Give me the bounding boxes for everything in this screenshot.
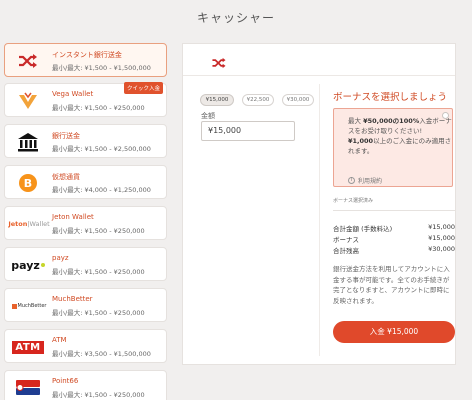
payz-logo: payz xyxy=(11,252,45,278)
method-name: インスタント銀行送金 xyxy=(52,51,122,59)
point66-logo xyxy=(11,375,45,400)
page-title: キャッシャー xyxy=(196,11,275,25)
method-limit: 最小/最大: ¥1,500 - ¥2,500,000 xyxy=(52,145,151,153)
amount-chip-15000[interactable]: ¥15,000 xyxy=(200,94,234,106)
method-muchbetter[interactable]: MuchBetter MuchBetter 最小/最大: ¥1,500 - ¥2… xyxy=(4,288,167,322)
panel-divider xyxy=(319,84,320,356)
terms-link[interactable]: i 利用規約 xyxy=(348,176,382,185)
method-limit: 最小/最大: ¥1,500 - ¥250,000 xyxy=(52,104,145,112)
summary-value: ¥15,000 xyxy=(428,234,455,242)
info-icon: i xyxy=(348,177,355,184)
method-name: Jeton Wallet xyxy=(52,213,94,221)
summary-value: ¥30,000 xyxy=(428,245,455,253)
method-tab-bar xyxy=(183,44,455,76)
bonus-offer-text: 最大 ¥50,000の100%入金ボーナスをお受け取りください! ¥1,000以… xyxy=(348,117,452,155)
method-limit: 最小/最大: ¥1,500 - ¥250,000 xyxy=(52,268,145,276)
svg-text:B: B xyxy=(24,177,32,190)
shuffle-icon[interactable] xyxy=(211,54,227,73)
method-name: 銀行送金 xyxy=(52,132,80,140)
summary-value: ¥15,000 xyxy=(428,223,455,231)
method-atm[interactable]: ATM ATM 最小/最大: ¥3,500 - ¥1,500,000 xyxy=(4,329,167,363)
bonus-title: ボーナスを選択しましょう xyxy=(333,92,448,103)
method-limit: 最小/最大: ¥1,500 - ¥1,500,000 xyxy=(52,64,151,72)
muchbetter-logo: MuchBetter xyxy=(10,293,48,319)
method-instant-bank-transfer[interactable]: インスタント銀行送金 最小/最大: ¥1,500 - ¥1,500,000 xyxy=(4,43,167,77)
deposit-panel: ¥15,000 ¥22,500 ¥30,000 金額 ¥15,000 ボーナスを… xyxy=(182,43,456,365)
bank-transfer-note: 銀行送金方法を利用してアカウントに入金する事が可能です。全てのお手続きが完了とな… xyxy=(333,265,450,305)
method-limit: 最小/最大: ¥1,500 - ¥250,000 xyxy=(52,309,145,317)
method-limit: 最小/最大: ¥3,500 - ¥1,500,000 xyxy=(52,350,151,358)
method-name: payz xyxy=(52,254,69,262)
method-limit: 最小/最大: ¥4,000 - ¥1,250,000 xyxy=(52,186,151,194)
cashier-header: キャッシャー xyxy=(0,0,472,36)
method-limit: 最小/最大: ¥1,500 - ¥250,000 xyxy=(52,391,145,399)
method-name: Vega Wallet xyxy=(52,90,94,98)
atm-logo: ATM xyxy=(11,334,45,360)
terms-label: 利用規約 xyxy=(358,178,383,185)
method-bank-transfer[interactable]: 銀行送金 最小/最大: ¥1,500 - ¥2,500,000 xyxy=(4,124,167,158)
summary-label: 合計残高 xyxy=(333,247,359,255)
amount-input[interactable]: ¥15,000 xyxy=(201,121,295,141)
method-jeton-wallet[interactable]: Jeton|Wallet Jeton Wallet 最小/最大: ¥1,500 … xyxy=(4,206,167,240)
amount-label: 金額 xyxy=(201,112,215,120)
method-name: ATM xyxy=(52,336,67,344)
bonus-selected-note: ボーナス選択済み xyxy=(333,198,374,204)
bank-icon xyxy=(11,129,45,155)
summary-label: ボーナス xyxy=(333,236,359,244)
method-point66[interactable]: Point66 最小/最大: ¥1,500 - ¥250,000 xyxy=(4,370,167,400)
method-payz[interactable]: payz payz 最小/最大: ¥1,500 - ¥250,000 xyxy=(4,247,167,281)
jeton-logo: Jeton|Wallet xyxy=(8,220,50,228)
method-crypto[interactable]: B 仮想通貨 最小/最大: ¥4,000 - ¥1,250,000 xyxy=(4,165,167,199)
amount-chip-22500[interactable]: ¥22,500 xyxy=(242,94,274,106)
summary-label: 合計金額 (手数料込) xyxy=(333,225,393,233)
method-name: 仮想通貨 xyxy=(52,173,80,181)
method-vega-wallet[interactable]: クイック入金 Vega Wallet 最小/最大: ¥1,500 - ¥250,… xyxy=(4,82,167,117)
quick-deposit-badge: クイック入金 xyxy=(123,82,163,94)
shuffle-icon xyxy=(11,48,45,74)
payment-method-list: インスタント銀行送金 最小/最大: ¥1,500 - ¥1,500,000 クイ… xyxy=(4,43,167,400)
bitcoin-icon: B xyxy=(11,170,45,196)
amount-chip-30000[interactable]: ¥30,000 xyxy=(282,94,314,106)
method-name: Point66 xyxy=(52,377,79,385)
method-name: MuchBetter xyxy=(52,295,93,303)
summary-divider xyxy=(333,210,455,211)
bonus-offer-card[interactable]: 最大 ¥50,000の100%入金ボーナスをお受け取りください! ¥1,000以… xyxy=(333,108,453,187)
deposit-button[interactable]: 入金 ¥15,000 xyxy=(333,321,455,343)
method-limit: 最小/最大: ¥1,500 - ¥250,000 xyxy=(52,227,145,235)
vega-wallet-logo xyxy=(11,88,45,114)
